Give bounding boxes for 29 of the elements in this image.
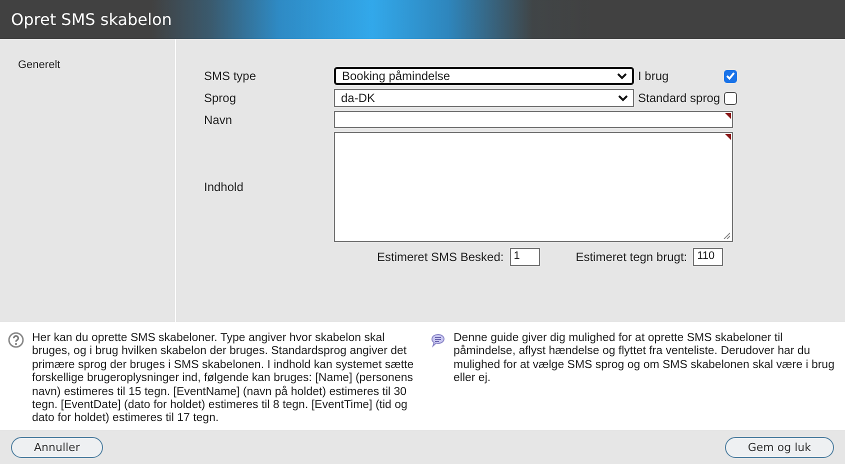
required-marker-icon [725, 134, 731, 140]
sms-count-field[interactable]: 1 [510, 248, 540, 266]
window-title: Opret SMS skabelon [11, 10, 172, 29]
chevron-icon [618, 94, 628, 102]
language-dropdown[interactable]: da-DK [334, 89, 634, 107]
help-text: Denne guide giver dig mulighed for at oprette SMS skabeloner til påmindelse, aflyst hændelse og flyttet fra venteliste. Derudover har du mulighed for at vælge SMS sprog og om SMS skabelonen skal være i brug eller ej. [454, 332, 836, 386]
char-count-field[interactable]: 110 [693, 248, 724, 266]
resize-grip-icon[interactable] [723, 232, 730, 239]
field-label: I brug [637, 69, 670, 83]
save-button[interactable]: Gem og luk [724, 436, 834, 458]
field-label: SMS type [204, 69, 258, 83]
field-label: Estimeret SMS Besked: [377, 250, 504, 264]
help-icon [8, 332, 24, 348]
required-marker-icon [725, 113, 731, 119]
field-label: Sprog [204, 91, 238, 105]
help-text: Her kan du oprette SMS skabeloner. Type angiver hvor skabelon skal bruges, og i brug hvilken skabelon der bruges. Standardsprog angiver det primære sprog der bruges i SMS skabelonen. I indhold kan systemet sætte forskellige brugeroplysninger ind, følgende kan bruges: [Name] (personens navn) estimeres til 15 tegn. [EventName] (navn på holdet) estimeres til 30 tegn. [EventDate] (dato for holdet) estimeres til 8 tegn. [EventTime] (tid og dato for holdet) estimeres til 17 tegn. [32, 332, 415, 426]
field-label: Estimeret tegn brugt: [576, 250, 688, 264]
cancel-button[interactable]: Annuller [11, 436, 103, 458]
checkbox[interactable] [724, 70, 737, 82]
sms-type-dropdown[interactable]: Booking påmindelse [334, 67, 634, 85]
speech-bubble-icon [430, 332, 446, 348]
checkbox[interactable] [724, 92, 737, 104]
sidebar-item[interactable]: Generelt [0, 59, 175, 71]
field-label: Standard sprog [637, 91, 722, 105]
content-text-area[interactable] [334, 132, 733, 242]
field-label: Indhold [204, 180, 244, 194]
name-field[interactable] [334, 111, 733, 128]
chevron-icon [617, 72, 627, 80]
field-label: Navn [204, 112, 234, 126]
